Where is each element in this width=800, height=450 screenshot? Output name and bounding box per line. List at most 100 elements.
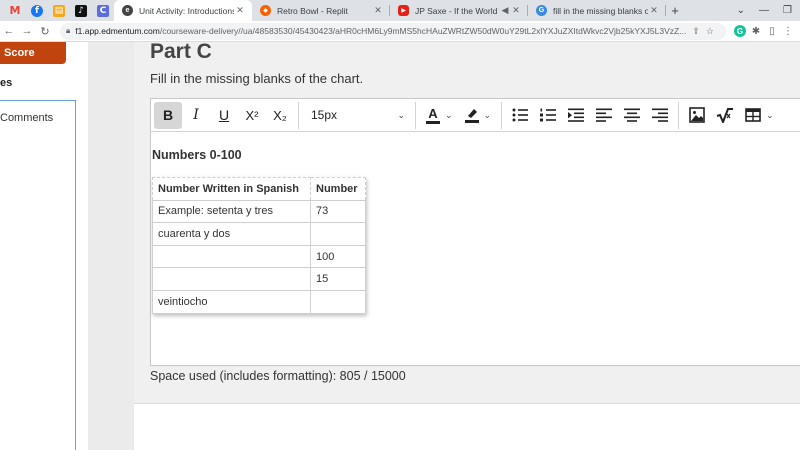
chevron-down-icon: ⌄ (766, 109, 774, 120)
tiktok-icon: ♪ (75, 4, 87, 17)
tab-fill-in-blanks[interactable]: G fill in the missing blanks of the ✕ (528, 0, 666, 21)
highlighter-icon (464, 107, 479, 123)
tab-title: Retro Bowl - Replit (277, 5, 348, 16)
tabstrip-spacer (684, 0, 737, 21)
table-row: veintiocho (152, 289, 366, 314)
table-row: 100 (152, 244, 366, 269)
maximize-icon[interactable]: ❐ (783, 5, 792, 16)
browser-toolbar: ← → ↻ 🔒︎ f1.app.edmentum.com /courseware… (0, 21, 800, 42)
forward-icon[interactable]: → (18, 25, 36, 37)
bookmark-star-icon[interactable]: ☆ (706, 26, 714, 37)
table-icon (745, 108, 761, 122)
brainly-icon: G (536, 5, 547, 16)
table-cell-number[interactable]: 100 (310, 244, 366, 269)
spanish-numbers-table: Number Written in Spanish Number Example… (152, 177, 366, 314)
pinned-tab-canvas[interactable]: C (92, 0, 114, 21)
table-header-row: Number Written in Spanish Number (152, 177, 366, 201)
table-cell-number[interactable]: 15 (310, 267, 366, 291)
table-cell-spanish[interactable] (152, 244, 311, 269)
chevron-down-icon: ⌄ (483, 109, 492, 120)
italic-button[interactable]: I (182, 102, 210, 129)
chevron-down-icon: ⌄ (445, 109, 453, 120)
toolbar-separator (298, 101, 299, 129)
indent-button[interactable] (562, 102, 590, 129)
grammarly-extension[interactable]: G (732, 23, 748, 39)
chevron-down-icon: ⌄ (397, 109, 405, 120)
bullet-list-icon (512, 108, 529, 122)
highlight-color-button[interactable]: ⌄ (459, 102, 498, 129)
comments-panel[interactable] (0, 100, 76, 450)
address-bar[interactable]: 🔒︎ f1.app.edmentum.com /courseware-deliv… (60, 22, 726, 40)
tab-title: JP Saxe - If the World Was E (415, 5, 500, 16)
table-cell-number[interactable]: 73 (310, 199, 366, 224)
insert-equation-button[interactable] (711, 102, 739, 129)
tab-retro-bowl[interactable]: ◆ Retro Bowl - Replit ✕ (252, 0, 390, 21)
editor-toolbar: B I U X² X₂ 15px ⌄ A ⌄ ⌄ ⌄ (151, 99, 800, 132)
table-cell-spanish[interactable] (152, 267, 311, 291)
pinned-tab-tiktok[interactable]: ♪ (70, 0, 92, 21)
pinned-tab-facebook[interactable]: f (26, 0, 48, 21)
underline-button[interactable]: U (210, 102, 238, 129)
close-icon[interactable]: ✕ (648, 5, 660, 16)
left-panel: Score es Comments (0, 42, 88, 450)
sidepanel-icon[interactable]: ▯ (764, 23, 780, 39)
score-button[interactable]: Score (0, 42, 66, 64)
close-icon[interactable]: ✕ (234, 5, 246, 16)
editor-body[interactable]: Numbers 0-100 Number Written in Spanish … (151, 133, 800, 365)
close-icon[interactable]: ✕ (372, 5, 384, 16)
replit-icon: ◆ (260, 5, 271, 16)
tab-jp-saxe[interactable]: ▶ JP Saxe - If the World Was E ◀ ✕ (390, 0, 528, 21)
font-size-value: 15px (311, 108, 338, 122)
table-cell-number[interactable] (310, 289, 366, 314)
page-gutter (88, 42, 134, 450)
table-row: cuarenta y dos (152, 222, 366, 246)
align-left-icon (596, 108, 613, 122)
text-color-swatch (426, 120, 440, 124)
browser-tabstrip: M f ▤ ♪ C e Unit Activity: Introductions… (0, 0, 800, 21)
table-row: 15 (152, 267, 366, 291)
table-cell-spanish[interactable]: cuarenta y dos (152, 222, 311, 246)
table-header-cell[interactable]: Number Written in Spanish (152, 177, 311, 201)
lock-icon[interactable]: 🔒︎ (66, 26, 70, 36)
align-right-button[interactable] (646, 102, 674, 129)
subscript-button[interactable]: X₂ (266, 102, 294, 129)
table-cell-spanish[interactable]: veintiocho (152, 289, 311, 314)
rich-text-editor: B I U X² X₂ 15px ⌄ A ⌄ ⌄ ⌄ Numbers 0-100… (150, 98, 800, 366)
close-icon[interactable]: ✕ (510, 5, 522, 16)
text-color-button[interactable]: A ⌄ (420, 102, 459, 129)
extensions-icon[interactable]: ✱ (748, 23, 764, 39)
font-size-select[interactable]: 15px ⌄ (303, 102, 411, 129)
share-icon[interactable]: ⇪ (692, 26, 700, 37)
pinned-tabs: M f ▤ ♪ C (0, 0, 114, 21)
page: Score es Comments Part C Fill in the mis… (0, 40, 800, 450)
align-left-button[interactable] (590, 102, 618, 129)
tab-title: fill in the missing blanks of the (553, 5, 648, 16)
pinned-tab-classroom[interactable]: ▤ (48, 0, 70, 21)
pinned-tab-gmail[interactable]: M (4, 0, 26, 21)
tab-title: Unit Activity: Introductions (139, 5, 234, 16)
text-color-icon: A (426, 107, 440, 124)
minimize-icon[interactable]: — (759, 5, 769, 16)
image-icon (689, 107, 705, 123)
new-tab-button[interactable]: + (666, 0, 684, 21)
numbered-list-button[interactable] (534, 102, 562, 129)
bold-button[interactable]: B (154, 101, 182, 129)
reload-icon[interactable]: ↻ (36, 25, 54, 38)
tab-unit-activity[interactable]: e Unit Activity: Introductions ✕ (114, 0, 252, 21)
align-center-button[interactable] (618, 102, 646, 129)
menu-kebab-icon[interactable]: ⋮ (780, 23, 796, 39)
grammarly-icon: G (734, 25, 746, 37)
toolbar-separator (415, 101, 416, 129)
mute-icon[interactable]: ◀ (500, 5, 510, 16)
bullet-list-button[interactable] (506, 102, 534, 129)
superscript-button[interactable]: X² (238, 102, 266, 129)
back-icon[interactable]: ← (0, 25, 18, 37)
table-cell-spanish[interactable]: Example: setenta y tres (152, 199, 311, 224)
insert-table-button[interactable]: ⌄ (739, 102, 780, 129)
indent-icon (568, 108, 585, 122)
table-header-cell[interactable]: Number (310, 177, 366, 201)
table-cell-number[interactable] (310, 222, 366, 246)
comments-label: Comments (0, 112, 54, 124)
insert-image-button[interactable] (683, 102, 711, 129)
tab-search-icon[interactable]: ⌄ (737, 5, 745, 16)
